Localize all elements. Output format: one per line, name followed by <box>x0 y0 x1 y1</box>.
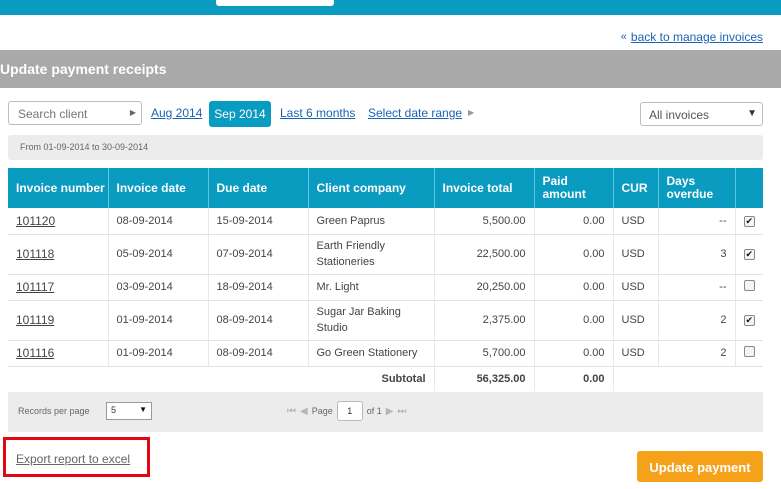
records-per-page-value: 5 <box>111 405 117 415</box>
month-link-sep-2014-active[interactable]: Sep 2014 <box>209 101 271 127</box>
col-days-overdue[interactable]: Days overdue <box>658 168 736 208</box>
subtotal-total: 56,325.00 <box>434 366 535 391</box>
page-of-label: of 1 <box>366 406 382 416</box>
search-client-input[interactable] <box>18 107 128 121</box>
table-row: 101116 01-09-2014 08-09-2014 Go Green St… <box>8 340 763 367</box>
col-cur[interactable]: CUR <box>613 168 659 208</box>
paid-cell: 0.00 <box>534 300 614 341</box>
cur-cell: USD <box>613 300 659 341</box>
due-date-cell: 07-09-2014 <box>208 234 309 275</box>
total-cell: 22,500.00 <box>434 234 535 275</box>
invoice-link[interactable]: 101119 <box>16 313 54 327</box>
client-cell: Mr. Light <box>308 274 435 301</box>
export-report-link[interactable]: Export report to excel <box>16 452 130 466</box>
days-overdue-cell: 2 <box>658 300 736 341</box>
due-date-cell: 18-09-2014 <box>208 274 309 301</box>
invoice-date-cell: 05-09-2014 <box>108 234 209 275</box>
row-checkbox[interactable]: ✔ <box>743 215 755 227</box>
pagination: ⏮ ◀ Page 1 of 1 ▶ ⏭ <box>287 401 406 421</box>
client-cell: Go Green Stationery <box>308 340 435 367</box>
invoice-date-cell: 01-09-2014 <box>108 300 209 341</box>
top-bar-button[interactable] <box>216 0 334 6</box>
paid-cell: 0.00 <box>534 274 614 301</box>
col-due-date[interactable]: Due date <box>208 168 309 208</box>
records-per-page-label: Records per page <box>18 406 90 416</box>
invoice-link[interactable]: 101116 <box>16 346 54 360</box>
col-invoice-date[interactable]: Invoice date <box>108 168 209 208</box>
total-cell: 5,700.00 <box>434 340 535 367</box>
row-checkbox[interactable]: ✔ <box>743 249 755 260</box>
caret-down-icon: ▼ <box>139 405 147 414</box>
due-date-cell: 08-09-2014 <box>208 300 309 341</box>
col-select <box>735 168 763 208</box>
due-date-cell: 08-09-2014 <box>208 340 309 367</box>
invoice-link[interactable]: 101118 <box>16 247 54 261</box>
cur-cell: USD <box>613 234 659 275</box>
table-header-row: Invoice number Invoice date Due date Cli… <box>8 168 763 208</box>
page-title: Update payment receipts <box>0 61 167 77</box>
records-per-page-select[interactable]: 5 ▼ <box>106 402 152 420</box>
select-date-range-link[interactable]: Select date range <box>368 106 462 120</box>
invoice-date-cell: 08-09-2014 <box>108 208 209 235</box>
days-overdue-cell: 2 <box>658 340 736 367</box>
row-checkbox[interactable] <box>743 346 755 357</box>
paid-cell: 0.00 <box>534 234 614 275</box>
total-cell: 2,375.00 <box>434 300 535 341</box>
last-6-months-link[interactable]: Last 6 months <box>280 106 355 120</box>
subtotal-label: Subtotal <box>308 366 435 391</box>
back-link-container[interactable]: « back to manage invoices <box>621 30 763 44</box>
client-cell: Sugar Jar Baking Studio <box>308 300 435 341</box>
date-range-bar: From 01-09-2014 to 30-09-2014 <box>8 135 763 160</box>
invoice-table: Invoice number Invoice date Due date Cli… <box>8 168 763 391</box>
row-checkbox[interactable]: ✔ <box>743 315 755 326</box>
table-row: 101118 05-09-2014 07-09-2014 Earth Frien… <box>8 234 763 275</box>
days-overdue-cell: 3 <box>658 234 736 275</box>
table-row: 101119 01-09-2014 08-09-2014 Sugar Jar B… <box>8 300 763 341</box>
total-cell: 20,250.00 <box>434 274 535 301</box>
last-page-icon[interactable]: ⏭ <box>397 406 406 417</box>
invoice-link[interactable]: 101120 <box>16 214 55 228</box>
col-client-company[interactable]: Client company <box>308 168 435 208</box>
page-label: Page <box>311 406 333 416</box>
month-link-aug-2014[interactable]: Aug 2014 <box>151 106 202 120</box>
paid-cell: 0.00 <box>534 340 614 367</box>
caret-right-icon: ▶ <box>468 108 475 117</box>
client-cell: Earth Friendly Stationeries <box>308 234 435 275</box>
subtotal-paid: 0.00 <box>534 366 614 391</box>
subtotal-row: Subtotal 56,325.00 0.00 <box>8 366 763 391</box>
total-cell: 5,500.00 <box>434 208 535 235</box>
prev-page-icon[interactable]: ◀ <box>300 406 308 417</box>
table-row: 101117 03-09-2014 18-09-2014 Mr. Light 2… <box>8 274 763 301</box>
col-paid-amount[interactable]: Paid amount <box>534 168 614 208</box>
invoice-link[interactable]: 101117 <box>16 280 54 294</box>
next-page-icon[interactable]: ▶ <box>386 406 394 417</box>
double-chevron-left-icon: « <box>620 31 627 43</box>
invoice-filter-value: All invoices <box>649 108 710 122</box>
cur-cell: USD <box>613 274 659 301</box>
caret-right-icon: ▶ <box>129 108 136 117</box>
date-range-text: From 01-09-2014 to 30-09-2014 <box>20 142 149 152</box>
first-page-icon[interactable]: ⏮ <box>287 406 296 417</box>
col-invoice-number[interactable]: Invoice number <box>8 168 109 208</box>
days-overdue-cell: -- <box>658 274 736 301</box>
row-checkbox[interactable] <box>743 280 755 291</box>
table-row: 101120 08-09-2014 15-09-2014 Green Papru… <box>8 208 763 235</box>
client-cell: Green Paprus <box>308 208 435 235</box>
cur-cell: USD <box>613 340 659 367</box>
caret-down-icon: ▼ <box>747 108 757 119</box>
search-client-field[interactable]: ▶ <box>8 101 142 125</box>
paid-cell: 0.00 <box>534 208 614 235</box>
col-invoice-total[interactable]: Invoice total <box>434 168 535 208</box>
page-number-input[interactable]: 1 <box>336 401 363 421</box>
due-date-cell: 15-09-2014 <box>208 208 309 235</box>
update-payment-button[interactable]: Update payment <box>637 451 763 482</box>
top-bar <box>0 0 781 15</box>
invoice-filter-select[interactable]: All invoices ▼ <box>640 102 763 126</box>
back-to-manage-invoices-link[interactable]: back to manage invoices <box>631 30 763 44</box>
cur-cell: USD <box>613 208 659 235</box>
days-overdue-cell: -- <box>658 208 736 235</box>
invoice-date-cell: 03-09-2014 <box>108 274 209 301</box>
invoice-date-cell: 01-09-2014 <box>108 340 209 367</box>
